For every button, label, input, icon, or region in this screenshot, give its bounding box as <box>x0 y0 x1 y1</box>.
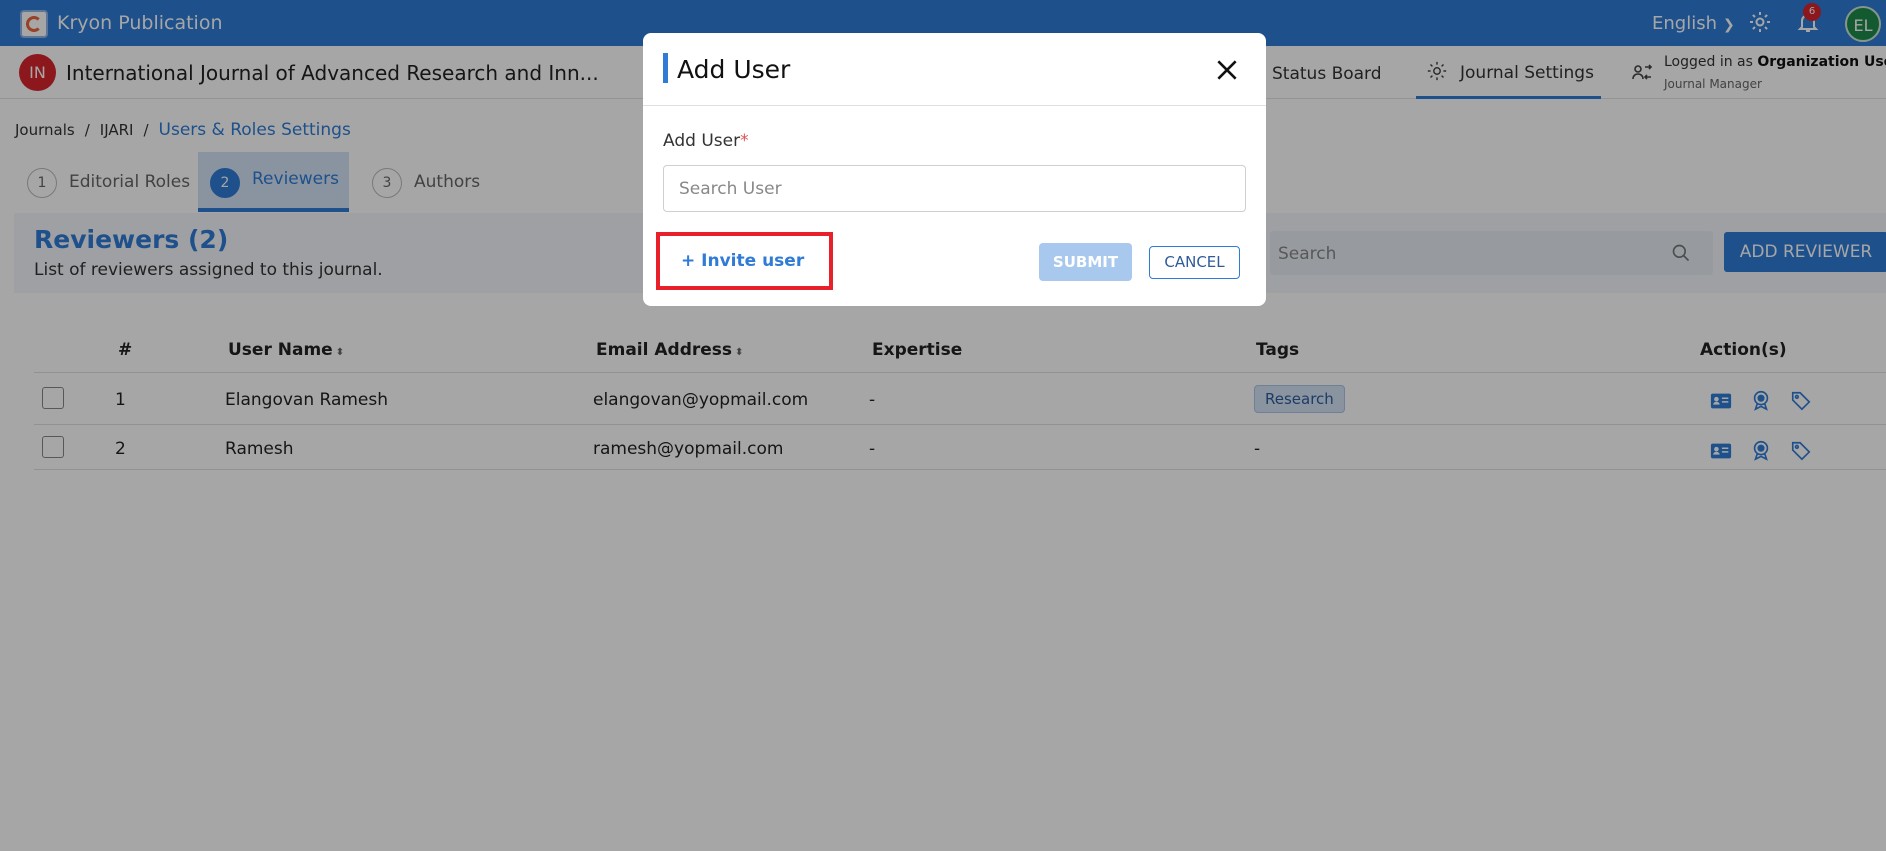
add-user-field-label: Add User* <box>663 131 749 151</box>
title-accent-bar <box>663 53 668 83</box>
dialog-title: Add User <box>677 55 791 84</box>
cancel-button[interactable]: CANCEL <box>1149 246 1240 279</box>
search-user-input[interactable] <box>663 165 1246 212</box>
close-icon[interactable] <box>1214 57 1240 83</box>
field-label-text: Add User <box>663 131 741 151</box>
add-user-dialog: Add User Add User* + Invite user SUBMIT … <box>643 33 1266 306</box>
invite-user-link[interactable]: + Invite user <box>681 251 804 271</box>
required-marker: * <box>740 131 749 151</box>
dialog-header: Add User <box>643 33 1266 106</box>
submit-button[interactable]: SUBMIT <box>1039 243 1132 281</box>
